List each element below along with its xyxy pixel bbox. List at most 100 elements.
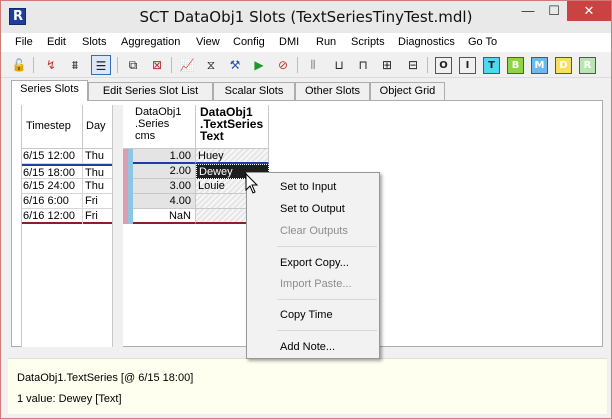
column-divider [82,105,83,149]
timestep-row[interactable]: 6/15 24:00 Thu [22,179,112,194]
menu-set-to-input[interactable]: Set to Input [280,181,336,193]
timestep-header: Timestep Day [22,105,112,149]
status-slot-label: DataObj1.TextSeries [@ 6/15 18:00] [17,372,194,384]
unit-label: Text [200,129,224,143]
day-cell: Thu [85,150,104,162]
tab-other-slots[interactable]: Other Slots [295,82,370,100]
day-cell: Thu [85,167,104,179]
dependency-icon[interactable]: ↯ [41,55,61,75]
timestep-column-header[interactable]: Timestep [26,120,71,132]
menu-import-paste: Import Paste... [280,278,352,290]
menu-separator [277,246,377,247]
open-object-icon[interactable]: ⧉ [123,55,143,75]
fit-icon[interactable]: ⊞ [377,55,397,75]
menu-set-to-output[interactable]: Set to Output [280,203,345,215]
mouse-cursor-icon [245,173,259,194]
menu-aggregation[interactable]: Aggregation [121,36,180,48]
output-filter-button[interactable]: O [435,57,452,74]
timestep-icon[interactable]: ⧖ [201,55,221,75]
menu-view[interactable]: View [196,36,220,48]
minimize-button[interactable]: — [515,1,541,21]
timestep-cell: 6/15 12:00 [23,150,75,162]
lock-icon[interactable]: 🔓 [9,55,29,75]
timestep-row[interactable]: 6/16 6:00 Fri [22,194,112,209]
tab-edit-series-slot-list[interactable]: Edit Series Slot List [88,82,213,100]
timestep-row[interactable]: 6/15 12:00 Thu [22,149,112,164]
grid-icon[interactable]: ⦀ [303,55,323,75]
b-filter-button[interactable]: B [507,57,524,74]
status-panel: DataObj1.TextSeries [@ 6/15 18:00] 1 val… [8,358,607,414]
day-cell: Fri [85,210,98,222]
title-bar[interactable]: SCT DataObj1 Slots (TextSeriesTinyTest.m… [1,1,611,33]
day-cell: Thu [85,180,104,192]
application-window: SCT DataObj1 Slots (TextSeriesTinyTest.m… [0,0,612,419]
status-value-label: 1 value: Dewey [Text] [17,393,122,405]
toolbar-separator [171,57,172,73]
close-object-icon[interactable]: ⊠ [147,55,167,75]
column-divider [82,179,83,194]
series-value-cell[interactable]: 1.00 [133,149,196,164]
tab-series-slots[interactable]: Series Slots [11,80,88,101]
menu-edit[interactable]: Edit [47,36,66,48]
series-value-cell[interactable]: NaN [133,209,196,224]
r-filter-button[interactable]: R [579,57,596,74]
hide-icon[interactable]: ⊟ [403,55,423,75]
column-divider [82,194,83,209]
d-filter-button[interactable]: D [555,57,572,74]
close-button[interactable]: ✕ [567,1,611,21]
timestep-row-selected[interactable]: 6/15 18:00 Thu [22,164,112,181]
menu-scripts[interactable]: Scripts [351,36,385,48]
header-line: DataObj1 [135,106,182,118]
series-value-cell[interactable]: 4.00 [133,194,196,209]
timestep-cell: 6/16 12:00 [23,210,75,222]
maximize-button[interactable]: ☐ [541,1,567,21]
plot-icon[interactable]: 📈 [177,55,197,75]
day-column-header[interactable]: Day [86,120,106,132]
menu-export-copy[interactable]: Export Copy... [280,257,349,269]
timestep-cell: 6/16 6:00 [23,195,69,207]
toolbar-separator [33,57,34,73]
dock-top-icon[interactable]: ⊓ [353,55,373,75]
menu-clear-outputs: Clear Outputs [280,225,348,237]
series-column-header[interactable]: DataObj1 .Series cms [123,105,196,149]
run-icon[interactable]: ▶ [249,55,269,75]
filter-icon[interactable]: ⩩ [65,55,85,75]
timestep-cell: 6/15 18:00 [23,167,75,179]
stop-icon[interactable]: ⊘ [273,55,293,75]
menu-run[interactable]: Run [316,36,336,48]
series-value-cell[interactable]: 3.00 [133,179,196,194]
textseries-value-cell[interactable]: Huey [196,149,269,164]
unit-label: cms [135,130,156,142]
column-divider [82,149,83,164]
menu-go-to[interactable]: Go To [468,36,497,48]
dock-bottom-icon[interactable]: ⊔ [329,55,349,75]
splitter-handle[interactable] [113,105,123,347]
timestep-table: Timestep Day 6/15 12:00 Thu 6/15 18:00 T… [21,105,113,347]
list-view-icon[interactable]: ☰ [91,55,111,75]
toolbar-separator [117,57,118,73]
timestep-cell: 6/15 24:00 [23,180,75,192]
timestep-row[interactable]: 6/16 12:00 Fri [22,209,112,224]
input-filter-button[interactable]: I [459,57,476,74]
menu-file[interactable]: File [15,36,33,48]
menu-add-note[interactable]: Add Note... [280,341,335,353]
menu-slots[interactable]: Slots [82,36,106,48]
tab-object-grid[interactable]: Object Grid [370,82,445,100]
menu-config[interactable]: Config [233,36,265,48]
menu-separator [277,330,377,331]
textseries-column-header[interactable]: DataObj1 .TextSeries Text [196,105,269,149]
m-filter-button[interactable]: M [531,57,548,74]
wrench-icon[interactable]: ⚒ [225,55,245,75]
toolbar-separator [297,57,298,73]
target-filter-button[interactable]: T [483,57,500,74]
tab-scalar-slots[interactable]: Scalar Slots [213,82,295,100]
menu-diagnostics[interactable]: Diagnostics [398,36,455,48]
tab-strip: Series Slots Edit Series Slot List Scala… [11,80,601,101]
day-cell: Fri [85,195,98,207]
menu-bar: File Edit Slots Aggregation View Config … [1,33,611,52]
context-menu: Set to Input Set to Output Clear Outputs… [246,172,380,359]
menu-copy-time[interactable]: Copy Time [280,309,333,321]
menu-separator [277,299,377,300]
menu-dmi[interactable]: DMI [279,36,299,48]
series-value-cell[interactable]: 2.00 [133,164,196,179]
